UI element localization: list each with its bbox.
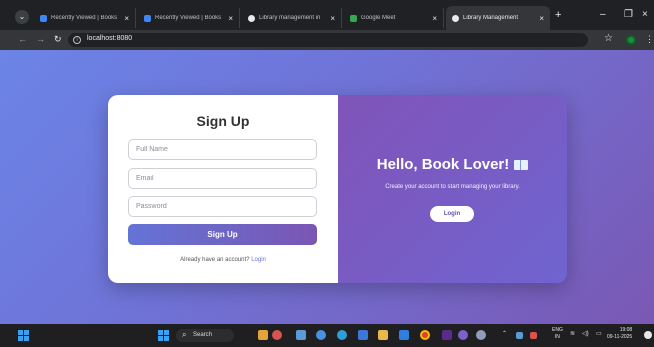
- tab-close-icon[interactable]: ×: [228, 14, 233, 23]
- close-window-icon[interactable]: ×: [642, 9, 648, 20]
- vscode-icon[interactable]: [399, 330, 409, 340]
- reload-icon[interactable]: ↻: [54, 34, 62, 45]
- address-bar[interactable]: i localhost:8080: [68, 33, 588, 47]
- tab-search-icon[interactable]: ⌄: [15, 10, 29, 24]
- task-view-icon[interactable]: [296, 330, 306, 340]
- windows-widget-icon[interactable]: [18, 330, 29, 341]
- store-icon[interactable]: [358, 330, 368, 340]
- bookmark-star-icon[interactable]: ☆: [604, 33, 613, 44]
- tab-title: Recently Viewed | Books: [155, 15, 222, 21]
- tab-title: Library management in: [259, 15, 321, 21]
- region-label: IN: [554, 334, 560, 340]
- tray-chevron-icon[interactable]: ⌃: [502, 330, 507, 337]
- browser-toolbar: ← → ↻ i localhost:8080 ☆ ⋮: [0, 30, 654, 50]
- language-label: ENG: [552, 327, 563, 333]
- clock-time: 19:08: [619, 327, 633, 333]
- browser-tab-active[interactable]: Library Management ×: [446, 6, 550, 30]
- notification-icon[interactable]: [644, 331, 652, 339]
- new-tab-icon[interactable]: +: [555, 9, 561, 21]
- browser-menu-icon[interactable]: ⋮: [645, 34, 654, 45]
- full-name-input[interactable]: [128, 139, 317, 160]
- tab-favicon-icon: [350, 14, 357, 22]
- password-input[interactable]: [128, 196, 317, 217]
- wifi-icon[interactable]: ≋: [570, 330, 575, 337]
- taskbar-search[interactable]: ⌕ Search: [176, 329, 234, 342]
- welcome-panel: Hello, Book Lover! Create your account t…: [338, 95, 567, 283]
- browser-tab-bar: ⌄ Recently Viewed | Books × Recently Vie…: [0, 0, 654, 30]
- book-icon: [514, 160, 529, 170]
- app-icon[interactable]: [442, 330, 452, 340]
- welcome-tagline: Create your account to start managing yo…: [385, 184, 520, 190]
- login-link[interactable]: Login: [251, 257, 266, 263]
- settings-icon[interactable]: [476, 330, 486, 340]
- signup-form-panel: Sign Up Sign Up Already have an account?…: [108, 95, 338, 283]
- tab-favicon-icon: [248, 14, 255, 22]
- tab-close-icon[interactable]: ×: [330, 14, 335, 23]
- file-explorer-icon[interactable]: [378, 330, 388, 340]
- tab-close-icon[interactable]: ×: [539, 14, 544, 23]
- taskbar-search-label: Search: [193, 332, 213, 338]
- weather-widget-icon[interactable]: [258, 330, 268, 340]
- email-input[interactable]: [128, 168, 317, 189]
- chrome-icon[interactable]: [420, 330, 430, 340]
- volume-icon[interactable]: ◁): [582, 330, 589, 337]
- back-icon[interactable]: ←: [18, 34, 27, 44]
- login-button[interactable]: Login: [430, 206, 474, 222]
- browser-tab[interactable]: Recently Viewed | Books ×: [34, 8, 136, 28]
- tab-title: Recently Viewed | Books: [51, 15, 118, 21]
- browser-tab[interactable]: Library management in ×: [242, 8, 342, 28]
- tray-app-icon[interactable]: [516, 332, 523, 339]
- login-hint: Already have an account? Login: [108, 257, 338, 263]
- edge-icon[interactable]: [337, 330, 347, 340]
- tab-close-icon[interactable]: ×: [124, 14, 129, 23]
- language-indicator[interactable]: ENG IN: [552, 327, 563, 341]
- tray-shield-icon[interactable]: [530, 332, 537, 339]
- restore-icon[interactable]: ❐: [624, 9, 633, 20]
- page-background: Sign Up Sign Up Already have an account?…: [0, 50, 654, 324]
- clock-date: 09-11-2025: [607, 334, 633, 340]
- teams-icon[interactable]: [316, 330, 326, 340]
- search-icon: ⌕: [182, 330, 187, 339]
- welcome-heading-text: Hello, Book Lover!: [376, 156, 510, 173]
- taskbar: ⌕ Search ⌃ ENG IN ≋ ◁) ▭ 19:08 09-11-202…: [0, 324, 654, 347]
- tab-title: Library Management: [463, 15, 519, 21]
- have-account-text: Already have an account?: [180, 257, 250, 263]
- signup-title: Sign Up: [196, 113, 250, 129]
- sign-up-button[interactable]: Sign Up: [128, 224, 317, 245]
- minimize-icon[interactable]: –: [600, 9, 606, 20]
- tab-favicon-icon: [144, 14, 151, 22]
- tab-close-icon[interactable]: ×: [432, 14, 437, 23]
- copilot-icon[interactable]: [272, 330, 282, 340]
- signup-card: Sign Up Sign Up Already have an account?…: [108, 95, 567, 283]
- welcome-heading: Hello, Book Lover!: [338, 156, 567, 173]
- start-button-icon[interactable]: [158, 330, 169, 341]
- url-text: localhost:8080: [87, 35, 133, 42]
- tab-favicon-icon: [452, 14, 459, 22]
- battery-icon[interactable]: ▭: [596, 330, 602, 337]
- tab-title: Google Meet: [361, 15, 396, 21]
- profile-avatar[interactable]: [626, 35, 636, 45]
- browser-tab[interactable]: Google Meet ×: [344, 8, 444, 28]
- site-info-icon[interactable]: i: [73, 36, 81, 44]
- chat-app-icon[interactable]: [458, 330, 468, 340]
- forward-icon[interactable]: →: [36, 34, 45, 44]
- tab-favicon-icon: [40, 14, 47, 22]
- browser-tab[interactable]: Recently Viewed | Books ×: [138, 8, 240, 28]
- system-clock[interactable]: 19:08 09-11-2025: [607, 327, 632, 341]
